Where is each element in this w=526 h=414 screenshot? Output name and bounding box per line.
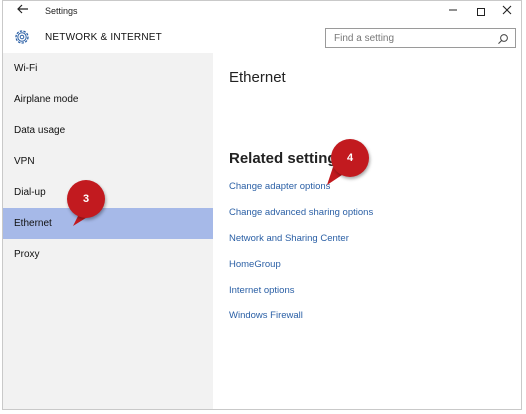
search-input[interactable] (326, 29, 496, 47)
search-icon[interactable] (497, 32, 509, 44)
sidebar-item-data-usage[interactable]: Data usage (3, 115, 213, 146)
link-network-and-sharing-center[interactable]: Network and Sharing Center (229, 233, 349, 244)
gear-icon (13, 28, 31, 46)
sidebar-item-label: Proxy (14, 249, 40, 260)
minimize-button[interactable] (440, 2, 466, 22)
sidebar-item-label: VPN (14, 156, 35, 167)
callout-4-label: 4 (346, 152, 354, 164)
link-internet-options[interactable]: Internet options (229, 285, 295, 296)
settings-header: NETWORK & INTERNET (3, 23, 521, 53)
callout-3-badge: 3 (67, 180, 105, 218)
title-bar: Settings (3, 1, 521, 23)
sidebar-item-label: Wi-Fi (14, 63, 38, 74)
window-title: Settings (45, 6, 78, 16)
sidebar-item-label: Data usage (14, 125, 66, 136)
link-change-adapter-options[interactable]: Change adapter options (229, 181, 330, 192)
sidebar-item-label: Ethernet (14, 218, 52, 229)
main-content: Ethernet Related settings Change adapter… (213, 53, 521, 409)
callout-4: 4 (325, 139, 375, 191)
callout-3: 3 (65, 180, 113, 230)
sidebar: Wi-Fi Airplane mode Data usage VPN Dial-… (3, 53, 213, 409)
callout-3-label: 3 (82, 193, 90, 205)
maximize-icon (477, 8, 485, 17)
sidebar-item-vpn[interactable]: VPN (3, 146, 213, 177)
link-windows-firewall[interactable]: Windows Firewall (229, 310, 303, 321)
section-title: NETWORK & INTERNET (45, 32, 162, 43)
sidebar-item-wifi[interactable]: Wi-Fi (3, 53, 213, 84)
sidebar-item-label: Dial-up (14, 187, 46, 198)
close-button[interactable] (494, 2, 520, 22)
sidebar-item-airplane-mode[interactable]: Airplane mode (3, 84, 213, 115)
link-homegroup[interactable]: HomeGroup (229, 259, 281, 270)
page-title: Ethernet (229, 69, 286, 86)
search-box[interactable] (325, 28, 516, 48)
callout-4-badge: 4 (331, 139, 369, 177)
settings-window: Settings NETWORK & INTERNET Find a setti… (2, 0, 522, 410)
maximize-button[interactable] (468, 2, 494, 22)
sidebar-item-label: Airplane mode (14, 94, 79, 105)
link-change-advanced-sharing-options[interactable]: Change advanced sharing options (229, 207, 373, 218)
back-arrow-icon[interactable] (15, 2, 31, 20)
sidebar-item-proxy[interactable]: Proxy (3, 239, 213, 270)
